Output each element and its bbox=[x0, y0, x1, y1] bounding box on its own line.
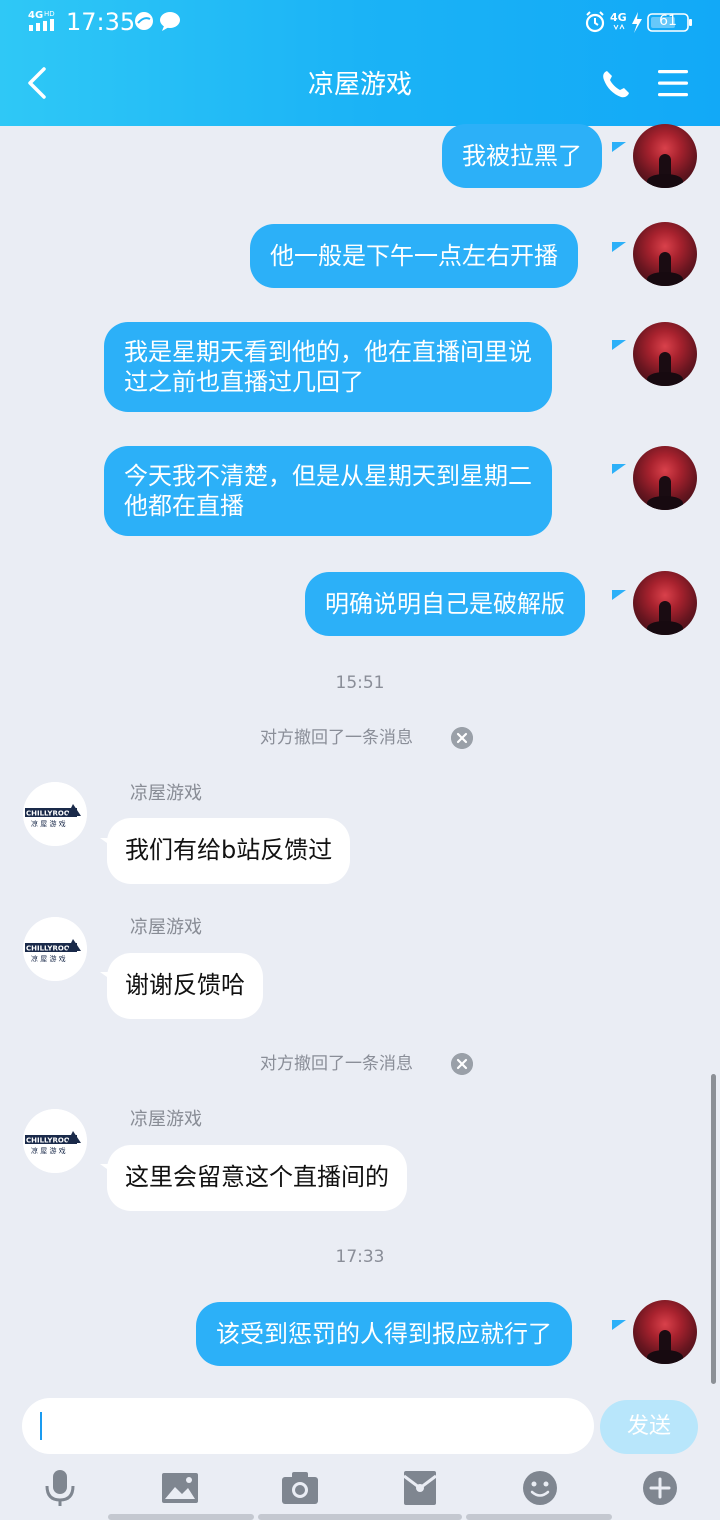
my-avatar[interactable] bbox=[633, 222, 697, 286]
bubble-tail bbox=[612, 1320, 626, 1330]
my-avatar[interactable] bbox=[633, 124, 697, 188]
dismiss-icon[interactable] bbox=[451, 1053, 473, 1075]
my-avatar[interactable] bbox=[633, 1300, 697, 1364]
message-text: 我被拉黑了 bbox=[462, 142, 582, 170]
svg-text:4G: 4G bbox=[28, 10, 43, 21]
voice-icon[interactable] bbox=[40, 1468, 80, 1508]
outgoing-bubble[interactable]: 该受到惩罚的人得到报应就行了 bbox=[196, 1302, 572, 1366]
my-avatar[interactable] bbox=[633, 446, 697, 510]
message-text-line: 他都在直播 bbox=[124, 492, 244, 520]
outgoing-bubble[interactable]: 我被拉黑了 bbox=[442, 124, 602, 188]
message-text-line: 过之前也直播过几回了 bbox=[124, 368, 364, 396]
svg-text:HD: HD bbox=[44, 10, 55, 18]
message-text: 该受到惩罚的人得到报应就行了 bbox=[216, 1320, 552, 1348]
image-icon[interactable] bbox=[160, 1468, 200, 1508]
phone-icon[interactable] bbox=[600, 68, 632, 100]
notification-icons bbox=[135, 12, 180, 31]
emoji-icon[interactable] bbox=[520, 1468, 560, 1508]
text-caret bbox=[40, 1412, 42, 1440]
outgoing-bubble[interactable]: 今天我不清楚，但是从星期天到星期二 他都在直播 bbox=[104, 446, 552, 536]
incoming-bubble[interactable]: 我们有给b站反馈过 bbox=[107, 818, 351, 884]
plus-icon[interactable] bbox=[640, 1468, 680, 1508]
signal-icon: 4G HD bbox=[28, 10, 55, 31]
outgoing-bubble[interactable]: 我是星期天看到他的，他在直播间里说 过之前也直播过几回了 bbox=[104, 322, 552, 412]
message-text-line: 我是星期天看到他的，他在直播间里说 bbox=[124, 338, 532, 366]
sender-name: 凉屋游戏 bbox=[130, 783, 202, 804]
my-avatar[interactable] bbox=[633, 322, 697, 386]
message-text: 我们有给b站反馈过 bbox=[125, 836, 333, 864]
svg-text:4G: 4G bbox=[610, 11, 627, 24]
bubble-tail bbox=[612, 142, 626, 152]
message-text: 这里会留意这个直播间的 bbox=[125, 1163, 389, 1191]
send-button[interactable]: 发送 bbox=[600, 1400, 698, 1454]
bubble-tail bbox=[612, 242, 626, 252]
outgoing-bubble[interactable]: 他一般是下午一点左右开播 bbox=[250, 224, 578, 288]
input-bar: 发送 bbox=[0, 1384, 720, 1520]
message-timestamp: 17:33 bbox=[335, 1247, 385, 1267]
svg-text:凉 屋 游 戏: 凉 屋 游 戏 bbox=[31, 819, 66, 828]
message-input[interactable] bbox=[22, 1398, 594, 1454]
message-text-line: 今天我不清楚，但是从星期天到星期二 bbox=[124, 462, 532, 490]
contact-avatar[interactable]: CHILLYROOM 凉 屋 游 戏 bbox=[23, 1109, 87, 1173]
red-packet-icon[interactable] bbox=[400, 1468, 440, 1508]
toolbar-divider bbox=[466, 1514, 612, 1520]
contact-avatar[interactable]: CHILLYROOM 凉 屋 游 戏 bbox=[23, 917, 87, 981]
svg-text:凉 屋 游 戏: 凉 屋 游 戏 bbox=[31, 954, 66, 963]
bubble-tail bbox=[612, 590, 626, 600]
toolbar-divider bbox=[258, 1514, 462, 1520]
contact-avatar[interactable]: CHILLYROOM 凉 屋 游 戏 bbox=[23, 782, 87, 846]
menu-icon[interactable] bbox=[656, 68, 690, 98]
battery-level: 61 bbox=[659, 13, 677, 29]
camera-icon[interactable] bbox=[280, 1468, 320, 1508]
back-button[interactable] bbox=[22, 66, 52, 100]
top-bar: 4G HD 17:35 4G 61 凉屋游戏 bbox=[0, 0, 720, 126]
message-timestamp: 15:51 bbox=[335, 673, 385, 693]
message-text: 他一般是下午一点左右开播 bbox=[270, 242, 558, 270]
recall-notice: 对方撤回了一条消息 bbox=[260, 1054, 413, 1074]
sender-name: 凉屋游戏 bbox=[130, 1109, 202, 1130]
message-text: 谢谢反馈哈 bbox=[125, 971, 245, 999]
toolbar-divider bbox=[108, 1514, 254, 1520]
bubble-tail bbox=[612, 340, 626, 350]
incoming-bubble[interactable]: 谢谢反馈哈 bbox=[107, 953, 263, 1019]
scrollbar[interactable] bbox=[711, 1074, 716, 1384]
my-avatar[interactable] bbox=[633, 571, 697, 635]
chat-title: 凉屋游戏 bbox=[307, 70, 412, 100]
outgoing-bubble[interactable]: 明确说明自己是破解版 bbox=[305, 572, 585, 636]
message-text: 明确说明自己是破解版 bbox=[325, 590, 565, 618]
sender-name: 凉屋游戏 bbox=[130, 917, 202, 938]
recall-notice: 对方撤回了一条消息 bbox=[260, 728, 413, 748]
incoming-bubble[interactable]: 这里会留意这个直播间的 bbox=[107, 1145, 407, 1211]
svg-text:凉 屋 游 戏: 凉 屋 游 戏 bbox=[31, 1146, 66, 1155]
dismiss-icon[interactable] bbox=[451, 727, 473, 749]
bubble-tail bbox=[612, 464, 626, 474]
status-time: 17:35 bbox=[66, 8, 136, 36]
status-bar: 4G HD 17:35 4G 61 bbox=[0, 0, 720, 44]
